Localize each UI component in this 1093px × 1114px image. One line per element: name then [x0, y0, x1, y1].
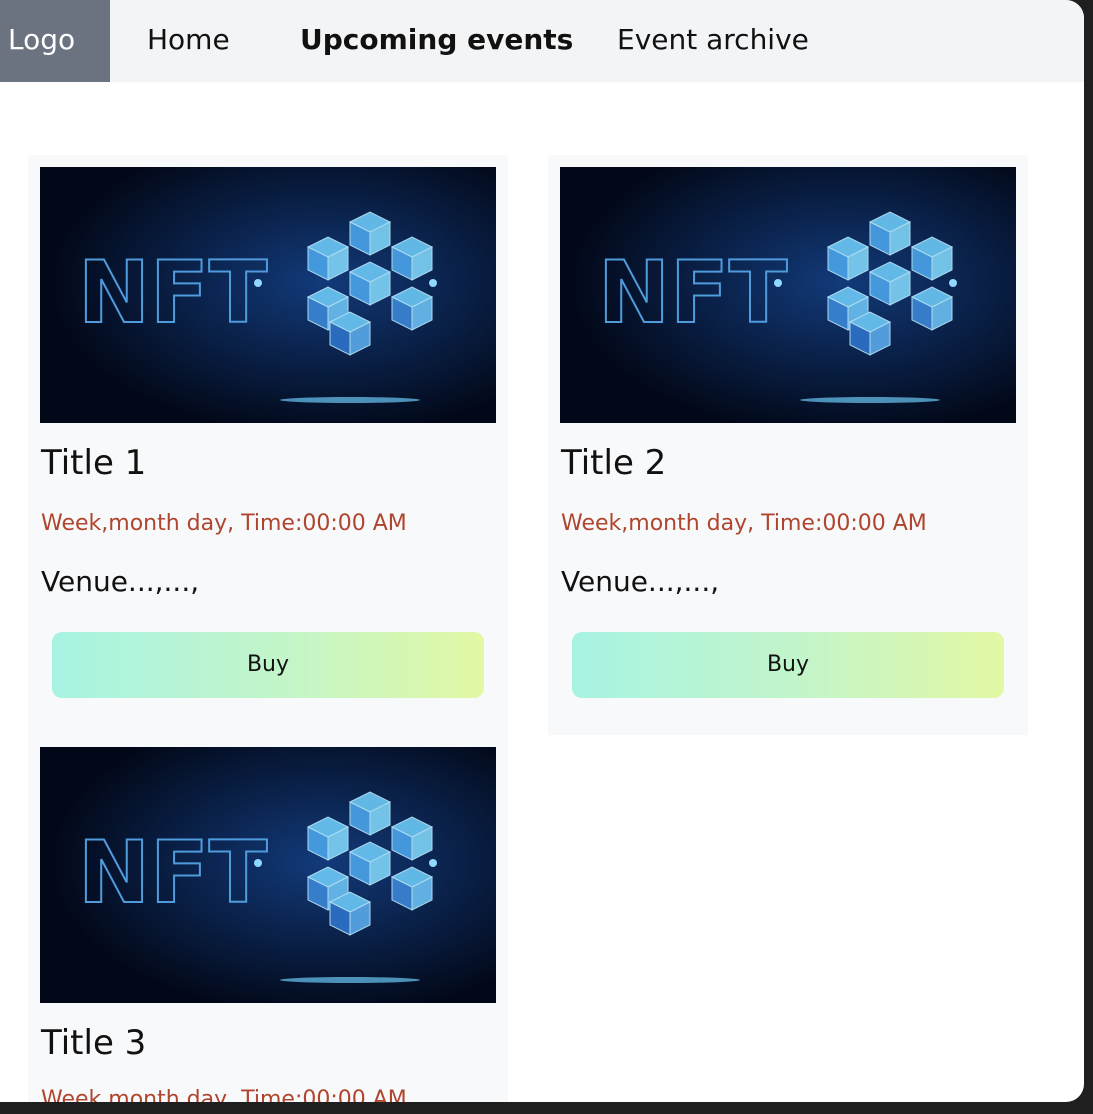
event-datetime: Week,month day, Time:00:00 AM — [41, 1087, 407, 1102]
event-image: NFT — [40, 747, 496, 1003]
buy-button[interactable]: Buy — [52, 632, 484, 698]
event-card: NFT Title 3 Week,month day, Time:00:00 A… — [28, 735, 508, 1102]
event-title: Title 2 — [561, 443, 667, 483]
event-datetime: Week,month day, Time:00:00 AM — [561, 511, 927, 536]
event-venue: Venue...,..., — [561, 565, 720, 598]
event-datetime: Week,month day, Time:00:00 AM — [41, 511, 407, 536]
nav-link-upcoming-events[interactable]: Upcoming events — [300, 0, 573, 82]
event-card: NFT Title 1 Week,month day, Time:00:00 A… — [28, 155, 508, 775]
buy-button[interactable]: Buy — [572, 632, 1004, 698]
event-title: Title 3 — [41, 1023, 147, 1063]
svg-text:NFT: NFT — [78, 243, 268, 343]
event-image: NFT — [560, 167, 1016, 423]
event-venue: Venue...,..., — [41, 565, 200, 598]
svg-text:NFT: NFT — [78, 823, 268, 923]
event-title: Title 1 — [41, 443, 147, 483]
logo[interactable]: Logo — [0, 0, 110, 82]
nav-link-event-archive[interactable]: Event archive — [617, 0, 809, 82]
event-card: NFT Title 2 Week,month day, Time:00:00 A… — [548, 155, 1028, 735]
nav-link-home[interactable]: Home — [147, 0, 230, 82]
event-image: NFT — [40, 167, 496, 423]
browser-window: Logo Home Upcoming events Event archive … — [0, 0, 1084, 1102]
svg-text:NFT: NFT — [598, 243, 788, 343]
top-nav: Logo Home Upcoming events Event archive — [0, 0, 1084, 82]
